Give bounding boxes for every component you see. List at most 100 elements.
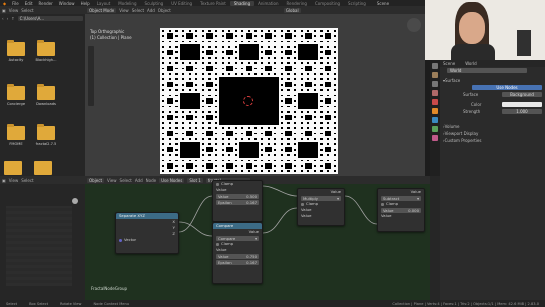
forward-arrow-icon[interactable]: ›	[7, 16, 9, 21]
compare-node-top[interactable]: Clamp Value Value 0.500 Epsilon 0.167	[212, 180, 263, 222]
epsilon-field-row[interactable]: Epsilon 0.167	[213, 259, 262, 265]
fractal-square	[327, 121, 330, 124]
menu-file[interactable]: File	[9, 1, 22, 6]
folder-item[interactable]: Autocity	[4, 40, 28, 62]
tab-animation[interactable]: Animation	[254, 1, 282, 6]
operation-dropdown[interactable]: Compare ▾	[216, 235, 259, 241]
use-nodes-button[interactable]: Use Nodes	[472, 85, 542, 90]
fb-view-menu[interactable]: View	[9, 8, 19, 13]
operation-dropdown[interactable]: Subtract ▾	[381, 195, 421, 201]
checkbox[interactable]	[381, 202, 384, 206]
vp-select-menu[interactable]: Select	[132, 8, 144, 13]
object-mode-dropdown[interactable]: Object Mode	[87, 7, 117, 13]
value-input-socket[interactable]: Value	[298, 213, 344, 219]
output-tab-icon[interactable]	[432, 81, 438, 87]
editor-type-icon[interactable]: ▣	[2, 8, 6, 13]
tab-rendering[interactable]: Rendering	[283, 1, 311, 6]
value-field-row[interactable]: Value 0.750	[213, 253, 262, 259]
scene-selector[interactable]: Scene	[374, 1, 392, 6]
folder-icon[interactable]	[4, 161, 22, 175]
navigation-gizmo[interactable]	[407, 18, 421, 32]
tab-texture-paint[interactable]: Texture Paint	[196, 1, 230, 6]
vp-add-menu[interactable]: Add	[147, 8, 155, 13]
tab-layout[interactable]: Layout	[93, 1, 115, 6]
operation-row[interactable]: Subtract ▾	[378, 195, 424, 201]
compare-node[interactable]: Compare Value Compare ▾ Clamp Value Value…	[212, 222, 263, 284]
render-tab-icon[interactable]	[432, 72, 438, 78]
menu-render[interactable]: Render	[36, 1, 56, 6]
shader-node-editor[interactable]: Object View Select Add Node Use Nodes Sl…	[85, 176, 430, 300]
fractal-square	[320, 67, 323, 70]
path-field[interactable]: C:\Users\A...	[17, 15, 83, 21]
folder-item[interactable]: FMOME	[4, 124, 28, 146]
fb-select-menu[interactable]: Select	[21, 8, 33, 13]
blender-logo[interactable]: ◆	[0, 1, 9, 6]
checkbox[interactable]	[301, 202, 304, 206]
zoom-icon[interactable]	[72, 198, 78, 204]
tool-shelf[interactable]	[88, 46, 94, 106]
surface-panel-header[interactable]: ▾ Surface	[440, 77, 545, 84]
3d-cursor-icon[interactable]	[243, 96, 253, 106]
folder-item[interactable]: Blockhigh...	[34, 40, 58, 62]
color-swatch[interactable]	[502, 102, 542, 107]
parent-dir-icon[interactable]: ↑	[11, 16, 14, 21]
separate-xyz-node[interactable]: Separate XYZ X Y Z Vector	[115, 212, 179, 254]
tab-compositing[interactable]: Compositing	[311, 1, 344, 6]
world-name-field[interactable]: World	[447, 68, 527, 73]
fractal-square	[225, 130, 233, 137]
editor-type-icon[interactable]: ▣	[2, 178, 6, 183]
value-field-row[interactable]: Value 0.500	[213, 193, 262, 199]
ie-select-menu[interactable]: Select	[21, 178, 33, 183]
fractal-square	[333, 143, 336, 146]
folder-item[interactable]: Concierge	[4, 84, 28, 106]
tab-uv-editing[interactable]: UV Editing	[167, 1, 196, 6]
menu-edit[interactable]: Edit	[22, 1, 36, 6]
strength-field[interactable]: 1.000	[502, 109, 542, 114]
folder-item[interactable]: fractal2.7.5	[34, 124, 58, 146]
ie-view-menu[interactable]: View	[9, 178, 19, 183]
world-tab-icon[interactable]	[432, 99, 438, 105]
volume-panel-header[interactable]: › Volume	[440, 123, 545, 130]
folder-icon[interactable]	[34, 161, 52, 175]
multiply-node[interactable]: Value Multiply ▾ Clamp Value Value	[297, 188, 345, 226]
value-field[interactable]: Value 0.750	[216, 253, 259, 259]
tab-sculpting[interactable]: Sculpting	[141, 1, 168, 6]
back-arrow-icon[interactable]: ‹	[2, 16, 4, 21]
operation-dropdown[interactable]: Multiply ▾	[301, 195, 341, 201]
tab-modeling[interactable]: Modeling	[114, 1, 140, 6]
value-field[interactable]: Value 0.500	[216, 193, 259, 199]
menu-help[interactable]: Help	[78, 1, 93, 6]
vector-input-socket[interactable]: Vector	[116, 237, 178, 243]
epsilon-field[interactable]: Epsilon 0.167	[216, 199, 259, 205]
material-tab-icon[interactable]	[432, 135, 438, 141]
tool-tab-icon[interactable]	[432, 63, 438, 69]
fractal-square	[333, 29, 336, 32]
value-input-socket[interactable]: Value	[378, 213, 424, 219]
checkbox[interactable]	[216, 182, 219, 186]
data-tab-icon[interactable]	[432, 126, 438, 132]
transform-orientation-dropdown[interactable]: Global	[283, 7, 301, 13]
vp-object-menu[interactable]: Object	[158, 8, 171, 13]
epsilon-field-row[interactable]: Epsilon 0.167	[213, 199, 262, 205]
image-canvas[interactable]	[6, 206, 72, 286]
epsilon-field[interactable]: Epsilon 0.167	[216, 259, 259, 265]
subtract-node[interactable]: Value Subtract ▾ Clamp Value 0.000 Value	[377, 188, 425, 232]
tab-scripting[interactable]: Scripting	[344, 1, 370, 6]
checkbox[interactable]	[216, 242, 219, 246]
image-editor[interactable]: ▣ View Select	[0, 176, 85, 300]
menu-window[interactable]: Window	[56, 1, 78, 6]
value-field[interactable]: Value 0.000	[381, 207, 421, 213]
viewport-display-panel-header[interactable]: › Viewport Display	[440, 130, 545, 137]
custom-properties-panel-header[interactable]: › Custom Properties	[440, 137, 545, 144]
modifier-tab-icon[interactable]	[432, 117, 438, 123]
folder-item[interactable]: Downloads	[34, 84, 58, 106]
object-tab-icon[interactable]	[432, 108, 438, 114]
vp-view-menu[interactable]: View	[119, 8, 129, 13]
socket-label: Vector	[124, 237, 137, 242]
fractal-square	[280, 148, 284, 151]
surface-shader-field[interactable]: Background	[502, 92, 542, 97]
scene-tab-icon[interactable]	[432, 90, 438, 96]
tab-shading[interactable]: Shading	[229, 0, 255, 6]
node-sidebar-tabs[interactable]	[430, 176, 440, 300]
operation-row[interactable]: Multiply ▾	[298, 195, 344, 201]
